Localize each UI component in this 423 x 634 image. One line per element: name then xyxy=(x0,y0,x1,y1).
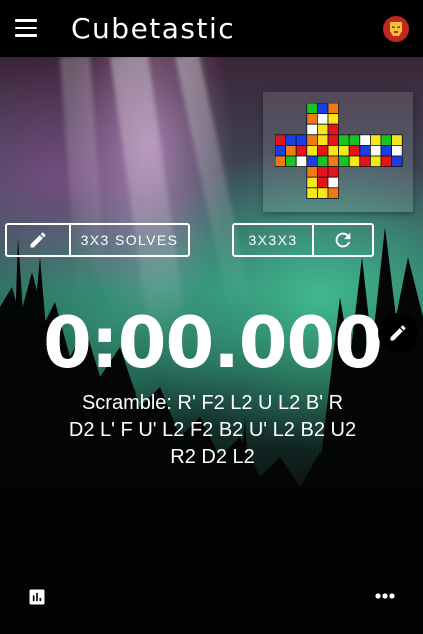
cube-sticker-d xyxy=(306,176,318,189)
cube-sticker-l xyxy=(285,155,297,168)
session-button-group: 3X3 SOLVES xyxy=(5,223,190,257)
cube-sticker-r xyxy=(359,155,371,168)
cube-sticker-u xyxy=(317,103,329,115)
cube-sticker-d xyxy=(317,176,329,189)
scramble-line: Scramble: R' F2 L2 U L2 B' R xyxy=(81,392,344,414)
cube-sticker-b xyxy=(370,145,382,157)
manual-entry-button[interactable] xyxy=(378,313,418,353)
cube-sticker-u xyxy=(306,103,318,115)
iron-man-avatar-icon xyxy=(390,22,402,36)
cube-sticker-f xyxy=(306,134,318,146)
cube-sticker-f xyxy=(317,155,329,168)
cube-sticker-u xyxy=(306,113,318,125)
cube-sticker-l xyxy=(275,145,287,157)
cube-sticker-u xyxy=(317,113,329,125)
cube-sticker-u xyxy=(327,113,340,125)
cube-sticker-b xyxy=(391,145,403,157)
cube-sticker-f xyxy=(327,155,340,168)
cube-net xyxy=(275,103,403,199)
timer-display[interactable]: 0:00.000 xyxy=(40,300,385,386)
cube-sticker-d xyxy=(317,187,329,199)
menu-icon-bar xyxy=(15,26,37,30)
pencil-icon xyxy=(390,325,406,341)
cube-sticker-b xyxy=(380,134,393,146)
cube-sticker-l xyxy=(295,145,308,157)
new-scramble-button[interactable] xyxy=(312,225,372,255)
cube-sticker-l xyxy=(275,155,287,168)
cube-sticker-r xyxy=(348,155,361,168)
cube-sticker-b xyxy=(370,134,382,146)
bar-chart-icon xyxy=(29,589,45,605)
more-horizontal-icon xyxy=(375,593,395,599)
edit-session-button[interactable] xyxy=(7,225,69,255)
cube-sticker-r xyxy=(359,145,371,157)
cube-sticker-r xyxy=(348,134,361,146)
cube-sticker-u xyxy=(317,123,329,136)
cube-sticker-f xyxy=(306,155,318,168)
cube-sticker-r xyxy=(348,145,361,157)
cube-sticker-d xyxy=(306,187,318,199)
cube-sticker-r xyxy=(338,134,350,146)
pencil-icon xyxy=(30,232,46,248)
cube-sticker-b xyxy=(370,155,382,168)
profile-avatar-button[interactable] xyxy=(383,16,409,42)
cube-sticker-l xyxy=(275,134,287,146)
menu-button[interactable] xyxy=(15,19,37,37)
cube-sticker-u xyxy=(306,123,318,136)
cube-sticker-l xyxy=(295,134,308,146)
cube-sticker-d xyxy=(327,176,340,189)
more-options-button[interactable] xyxy=(372,584,398,608)
puzzle-select-button[interactable]: 3X3X3 xyxy=(234,225,312,255)
cube-sticker-d xyxy=(327,187,340,199)
cube-sticker-f xyxy=(327,134,340,146)
cube-preview[interactable] xyxy=(263,92,413,212)
cube-sticker-f xyxy=(317,134,329,146)
cube-sticker-d xyxy=(306,166,318,178)
refresh-icon xyxy=(335,232,351,248)
cube-sticker-l xyxy=(285,145,297,157)
session-select-button[interactable]: 3X3 SOLVES xyxy=(69,225,188,255)
cube-sticker-r xyxy=(338,145,350,157)
scramble-text: Scramble: R' F2 L2 U L2 B' R D2 L' F U' … xyxy=(50,390,375,471)
cube-sticker-f xyxy=(317,145,329,157)
cube-sticker-b xyxy=(391,134,403,146)
app-bar: Cubetastic xyxy=(0,0,423,57)
cube-sticker-r xyxy=(359,134,371,146)
puzzle-button-group: 3X3X3 xyxy=(232,223,374,257)
scramble-line: R2 D2 L2 xyxy=(170,446,255,468)
cube-sticker-f xyxy=(327,145,340,157)
scramble-line: D2 L' F U' L2 F2 B2 U' L2 B2 U2 xyxy=(68,419,357,441)
cube-sticker-l xyxy=(295,155,308,168)
cube-sticker-l xyxy=(285,134,297,146)
cube-sticker-b xyxy=(380,155,393,168)
cube-sticker-b xyxy=(391,155,403,168)
cube-sticker-u xyxy=(327,123,340,136)
cube-sticker-f xyxy=(306,145,318,157)
cube-sticker-r xyxy=(338,155,350,168)
statistics-button[interactable] xyxy=(25,585,49,609)
cube-sticker-b xyxy=(380,145,393,157)
menu-icon xyxy=(15,19,37,22)
cube-sticker-u xyxy=(327,103,340,115)
menu-icon-bar xyxy=(15,34,37,37)
app-title: Cubetastic xyxy=(71,12,236,45)
cube-sticker-d xyxy=(317,166,329,178)
cube-sticker-d xyxy=(327,166,340,178)
